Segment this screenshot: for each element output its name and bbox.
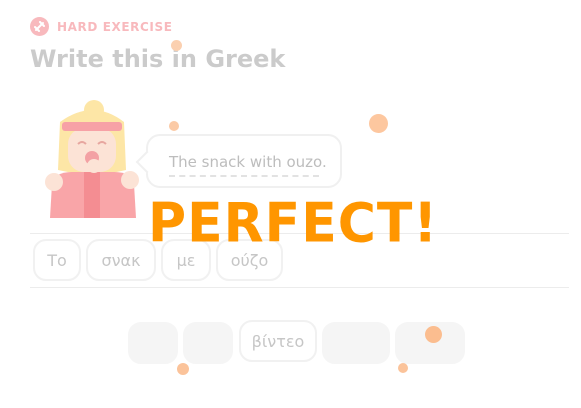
word-bank-slot [322,322,390,364]
confetti-dot [171,40,182,51]
confetti-dot [425,326,442,343]
confetti-dot [369,114,388,133]
perfect-feedback: PERFECT! [148,192,439,255]
prompt-sentence: The snack with ouzo. [169,153,327,171]
character-illustration [38,100,148,224]
hint-underline [169,175,319,177]
answer-tile-snack[interactable]: σνακ [86,239,156,281]
answer-tile-to[interactable]: Το [33,239,81,281]
confetti-dot [169,121,179,131]
exercise-badge: HARD EXERCISE [30,17,173,36]
prompt-speech-bubble: The snack with ouzo. [146,134,342,188]
confetti-dot [177,363,189,375]
word-bank-slot [128,322,178,364]
answer-line-bottom [30,287,569,288]
dumbbell-icon [30,17,49,36]
word-bank-tile-video[interactable]: βίντεο [239,320,317,362]
badge-label: HARD EXERCISE [57,19,173,34]
confetti-dot [398,363,408,373]
word-bank-slot [183,322,233,364]
page-title: Write this in Greek [30,45,286,73]
